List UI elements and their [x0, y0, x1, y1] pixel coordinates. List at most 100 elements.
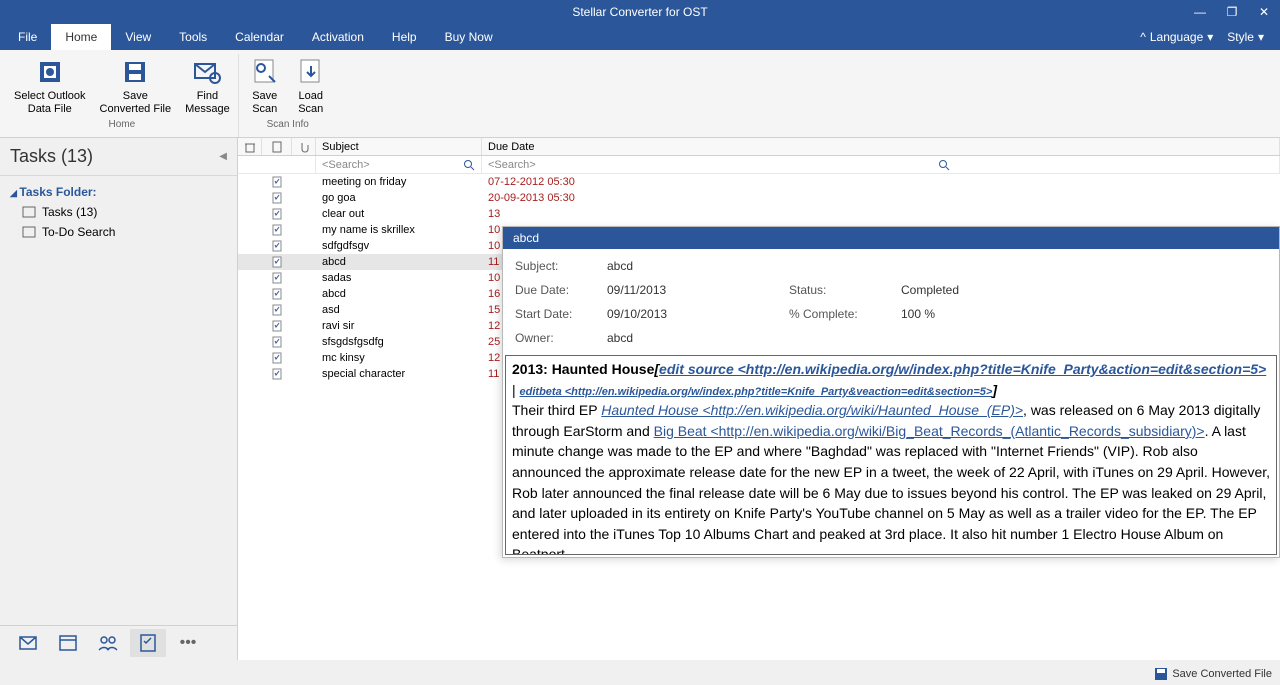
task-item-icon [271, 304, 283, 316]
task-subject: clear out [316, 206, 482, 222]
status-text[interactable]: Save Converted File [1172, 668, 1272, 680]
due-date-value: 09/11/2013 [607, 283, 787, 297]
delete-column-header[interactable] [238, 138, 262, 155]
title-bar: Stellar Converter for OST — ❐ ✕ [0, 0, 1280, 24]
folder-tree: Tasks Folder: Tasks (13) To-Do Search [0, 176, 237, 248]
task-subject: abcd [316, 286, 482, 302]
mail-nav-button[interactable] [10, 629, 46, 657]
task-item-icon [271, 176, 283, 188]
task-folder-icon [22, 205, 36, 219]
window-controls: — ❐ ✕ [1190, 5, 1274, 19]
calendar-nav-button[interactable] [50, 629, 86, 657]
menu-view[interactable]: View [111, 24, 165, 50]
maximize-button[interactable]: ❐ [1222, 5, 1242, 19]
more-nav-button[interactable]: ••• [170, 629, 206, 657]
document-icon [271, 141, 283, 153]
bottom-navigation: ••• [0, 625, 237, 660]
status-value: Completed [901, 283, 1061, 297]
tree-item-tasks[interactable]: Tasks (13) [10, 202, 227, 222]
collapse-panel-button[interactable]: ◀ [219, 151, 227, 162]
envelope-search-icon [191, 56, 223, 88]
task-subject: special character [316, 366, 482, 382]
task-item-icon [271, 336, 283, 348]
owner-label: Owner: [515, 331, 605, 345]
task-item-icon [271, 368, 283, 380]
tree-item-todo-search[interactable]: To-Do Search [10, 222, 227, 242]
menu-home[interactable]: Home [51, 24, 111, 50]
tree-root-tasks-folder[interactable]: Tasks Folder: [10, 182, 227, 202]
editbeta-link[interactable]: editbeta <http://en.wikipedia.org/w/inde… [520, 386, 993, 398]
edit-source-link[interactable]: edit source <http://en.wikipedia.org/w/i… [659, 361, 1266, 377]
task-due-date: 20-09-2013 05:30 [482, 190, 1280, 206]
select-outlook-data-file-button[interactable]: Select Outlook Data File [8, 54, 92, 117]
contacts-nav-button[interactable] [90, 629, 126, 657]
menu-calendar[interactable]: Calendar [221, 24, 298, 50]
save-icon [1154, 667, 1168, 681]
task-row[interactable]: clear out13 [238, 206, 1280, 222]
task-detail-panel: abcd Subject: abcd Due Date: 09/11/2013 … [502, 226, 1280, 558]
menu-bar: File Home View Tools Calendar Activation… [0, 24, 1280, 50]
language-dropdown[interactable]: ^ Language ▾ [1140, 30, 1213, 44]
left-navigation-panel: Tasks (13) ◀ Tasks Folder: Tasks (13) To… [0, 138, 238, 660]
task-row[interactable]: go goa20-09-2013 05:30 [238, 190, 1280, 206]
minimize-button[interactable]: — [1190, 5, 1210, 19]
task-subject: mc kinsy [316, 350, 482, 366]
task-due-date: 13 [482, 206, 1280, 222]
list-header: Subject Due Date [238, 138, 1280, 156]
percent-complete-value: 100 % [901, 307, 1061, 321]
task-due-date: 07-12-2012 05:30 [482, 174, 1280, 190]
attachment-column-header[interactable] [292, 138, 316, 155]
tasks-heading: Tasks (13) [10, 146, 93, 167]
haunted-house-link[interactable]: Haunted House <http://en.wikipedia.org/w… [601, 402, 1023, 418]
task-item-icon [271, 352, 283, 364]
due-date-label: Due Date: [515, 283, 605, 297]
menu-activation[interactable]: Activation [298, 24, 378, 50]
calendar-icon [58, 633, 78, 653]
task-subject: sfsgdsfgsdfg [316, 334, 482, 350]
search-folder-icon [22, 225, 36, 239]
task-item-icon [271, 224, 283, 236]
people-icon [97, 633, 119, 653]
type-column-header[interactable] [262, 138, 292, 155]
app-title: Stellar Converter for OST [572, 5, 707, 19]
chevron-up-icon: ^ [1140, 30, 1146, 44]
task-row[interactable]: meeting on friday07-12-2012 05:30 [238, 174, 1280, 190]
ribbon-group-label-home: Home [109, 117, 136, 132]
due-date-search-input[interactable]: <Search> [482, 156, 1280, 173]
task-subject: abcd [316, 254, 482, 270]
status-bar: Save Converted File [1146, 663, 1280, 685]
find-message-button[interactable]: Find Message [179, 54, 236, 117]
tasks-nav-button[interactable] [130, 629, 166, 657]
save-scan-button[interactable]: Save Scan [243, 54, 287, 117]
owner-value: abcd [607, 331, 787, 345]
due-date-column-header[interactable]: Due Date [482, 138, 1280, 155]
task-item-icon [271, 256, 283, 268]
paperclip-icon [298, 141, 309, 153]
task-subject: ravi sir [316, 318, 482, 334]
task-subject: sadas [316, 270, 482, 286]
task-item-icon [271, 208, 283, 220]
start-date-value: 09/10/2013 [607, 307, 787, 321]
task-item-icon [271, 288, 283, 300]
start-date-label: Start Date: [515, 307, 605, 321]
subject-search-input[interactable]: <Search> [316, 156, 482, 173]
mail-icon [18, 633, 38, 653]
menu-file[interactable]: File [4, 24, 51, 50]
detail-body[interactable]: 2013: Haunted House[edit source <http://… [505, 355, 1277, 555]
chevron-down-icon: ▾ [1207, 30, 1213, 44]
task-item-icon [271, 272, 283, 284]
big-beat-link[interactable]: Big Beat <http://en.wikipedia.org/wiki/B… [654, 423, 1205, 439]
task-subject: go goa [316, 190, 482, 206]
style-dropdown[interactable]: Style ▾ [1227, 30, 1264, 44]
close-button[interactable]: ✕ [1254, 5, 1274, 19]
detail-title: abcd [503, 227, 1279, 249]
task-subject: meeting on friday [316, 174, 482, 190]
menu-help[interactable]: Help [378, 24, 431, 50]
task-item-icon [271, 320, 283, 332]
menu-buy-now[interactable]: Buy Now [431, 24, 507, 50]
load-scan-icon [295, 56, 327, 88]
subject-column-header[interactable]: Subject [316, 138, 482, 155]
menu-tools[interactable]: Tools [165, 24, 221, 50]
load-scan-button[interactable]: Load Scan [289, 54, 333, 117]
save-converted-file-button[interactable]: Save Converted File [94, 54, 178, 117]
